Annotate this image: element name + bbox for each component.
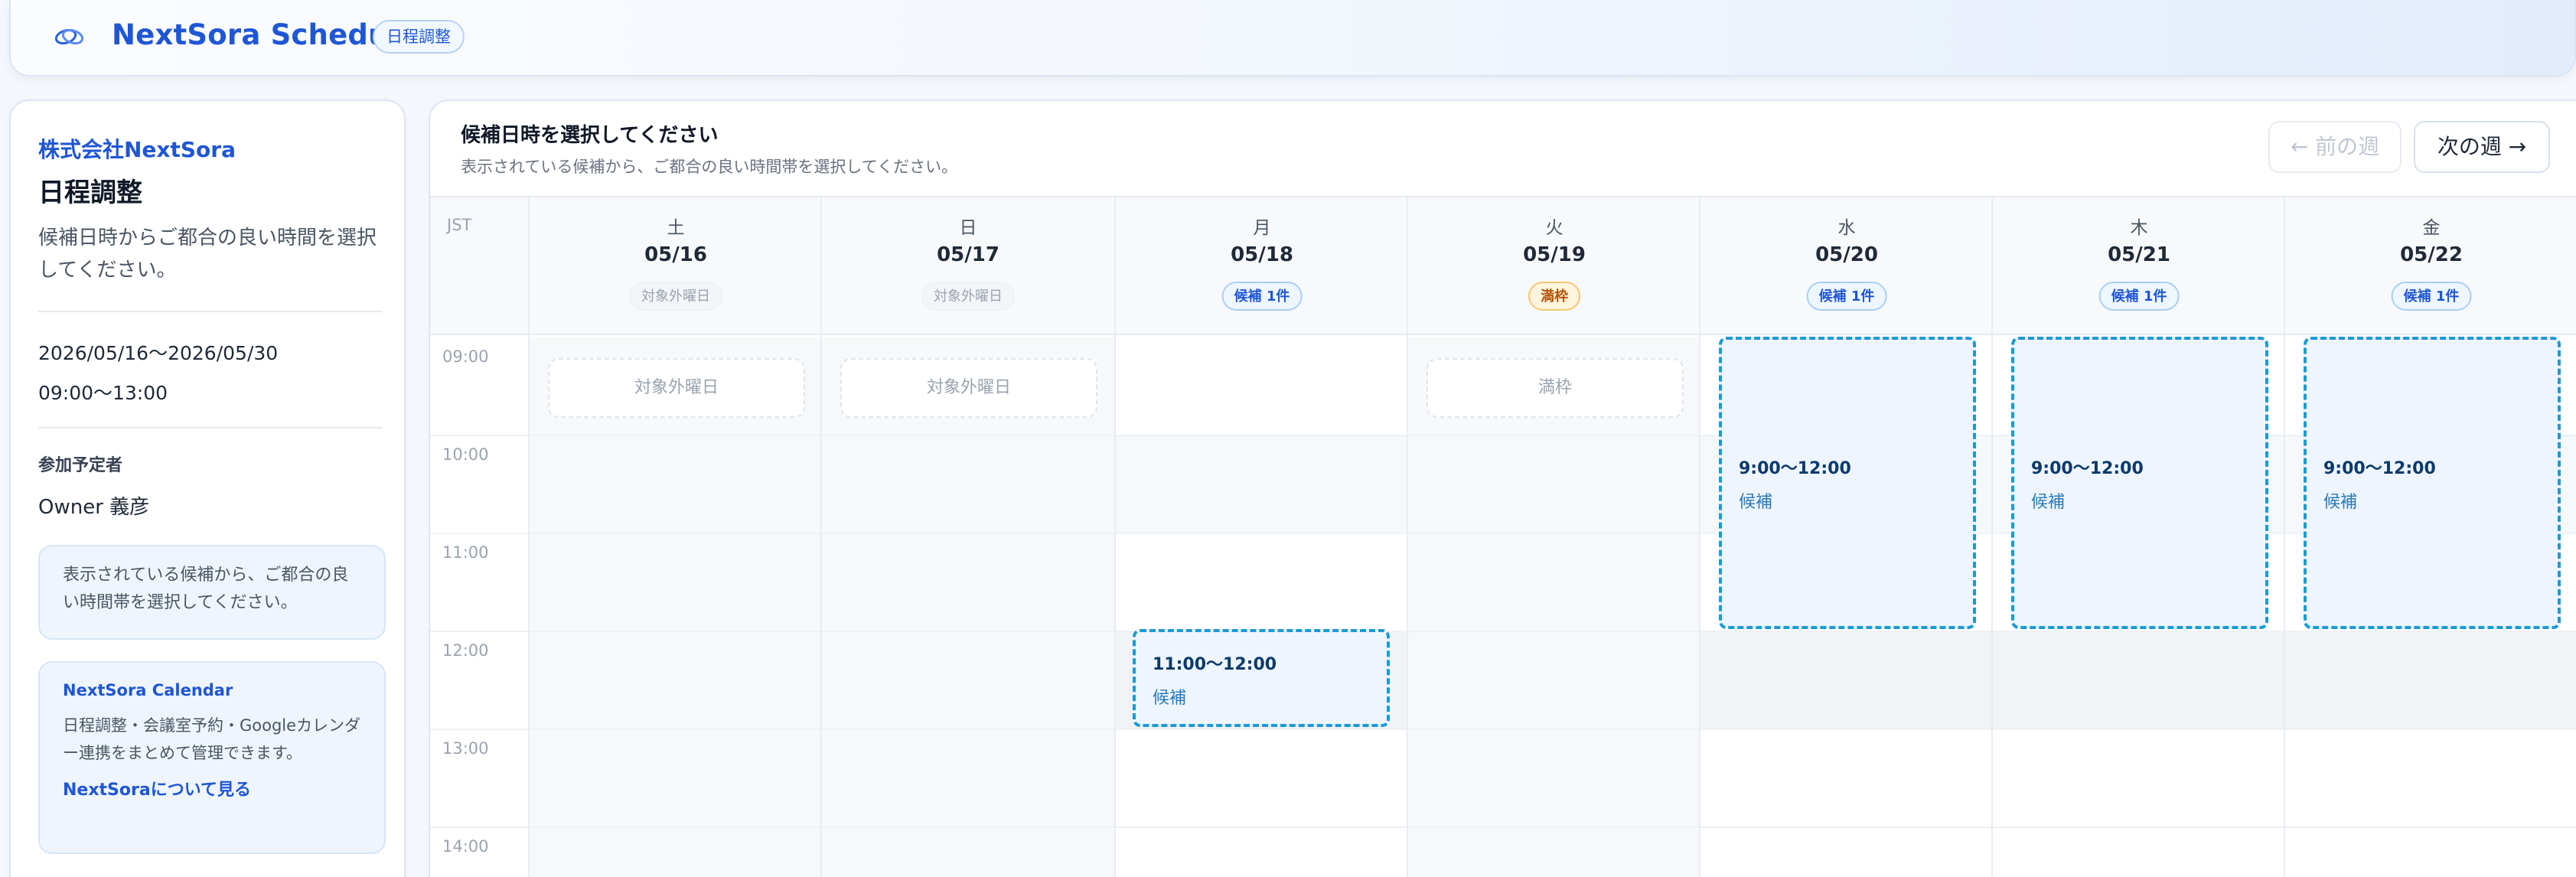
day-header-thu: 木 05/21 候補 1件 xyxy=(1993,197,2285,335)
unavailable-slot-area xyxy=(1700,631,2576,729)
day-of-week: 日 xyxy=(959,218,977,238)
slot-label: 候補 xyxy=(1739,493,1773,512)
slot-time: 9:00〜12:00 xyxy=(2031,459,2144,478)
about-nextsora-link[interactable]: NextSoraについて見る xyxy=(63,776,251,800)
day-date: 05/22 xyxy=(2400,243,2463,266)
full-placeholder: 満枠 xyxy=(1427,358,1684,418)
day-of-week: 月 xyxy=(1253,218,1271,238)
time-label: 10:00 xyxy=(442,445,489,464)
panel-title: 候補日時を選択してください xyxy=(461,124,719,147)
participants-label: 参加予定者 xyxy=(38,456,123,475)
calendar-grid: JST 09:00 10:00 11:00 12:00 13:00 14:00 … xyxy=(430,196,2576,877)
sidebar-title: 日程調整 xyxy=(38,178,142,208)
day-of-week: 土 xyxy=(667,218,685,238)
day-status-badge: 候補 1件 xyxy=(1806,282,1887,311)
day-status-badge: 候補 1件 xyxy=(2098,282,2180,311)
day-header-fri: 金 05/22 候補 1件 xyxy=(2285,197,2576,335)
day-status-badge: 候補 1件 xyxy=(2391,282,2472,311)
sidebar-description: 候補日時からご都合の良い時間を選択してください。 xyxy=(38,227,377,282)
info-box: 表示されている候補から、ご都合の良い時間帯を選択してください。 xyxy=(38,545,386,640)
day-date: 05/19 xyxy=(1523,243,1586,266)
time-label: 09:00 xyxy=(442,347,489,366)
date-range: 2026/05/16〜2026/05/30 xyxy=(38,342,279,364)
day-of-week: 水 xyxy=(1837,218,1856,238)
app-title: NextSora Schedule xyxy=(112,18,418,51)
sidebar-divider xyxy=(38,311,383,312)
nextsora-logo-icon xyxy=(54,28,84,45)
candidate-slot[interactable]: 9:00〜12:00 候補 xyxy=(2011,337,2268,629)
slot-label: 候補 xyxy=(2323,493,2358,512)
day-status-badge: 満枠 xyxy=(1528,282,1580,311)
candidate-slot[interactable]: 9:00〜12:00 候補 xyxy=(2304,337,2561,629)
promo-title: NextSora Calendar xyxy=(63,681,233,699)
promo-box: NextSora Calendar 日程調整・会議室予約・Googleカレンダー… xyxy=(38,661,386,854)
day-status-badge: 候補 1件 xyxy=(1221,282,1303,311)
sidebar-divider xyxy=(38,427,383,429)
slot-time: 11:00〜12:00 xyxy=(1153,655,1277,674)
slot-label: 候補 xyxy=(2031,493,2066,512)
day-of-week: 金 xyxy=(2422,218,2441,238)
day-date: 05/21 xyxy=(2108,243,2170,266)
day-date: 05/20 xyxy=(1815,243,1878,266)
day-status-badge: 対象外曜日 xyxy=(629,282,722,311)
app-header: NextSora Schedule 日程調整 xyxy=(9,0,2576,77)
app-badge: 日程調整 xyxy=(373,20,465,54)
slot-label: 候補 xyxy=(1153,689,1187,708)
calendar-panel: 候補日時を選択してください 表示されている候補から、ご都合の良い時間帯を選択して… xyxy=(429,99,2576,877)
day-of-week: 火 xyxy=(1545,218,1564,238)
participant-name: Owner 義彦 xyxy=(38,496,150,519)
time-label: 12:00 xyxy=(442,641,489,660)
day-header-sat: 土 05/16 対象外曜日 xyxy=(530,197,822,335)
sidebar: 株式会社NextSora 日程調整 候補日時からご都合の良い時間を選択してくださ… xyxy=(9,99,406,877)
timezone-label: JST xyxy=(447,216,472,234)
panel-subtitle: 表示されている候補から、ご都合の良い時間帯を選択してください。 xyxy=(461,158,958,176)
hour-line xyxy=(430,826,2576,828)
day-header-sun: 日 05/17 対象外曜日 xyxy=(822,197,1114,335)
prev-week-button[interactable]: ← 前の週 xyxy=(2268,121,2402,173)
candidate-slot[interactable]: 11:00〜12:00 候補 xyxy=(1133,629,1390,727)
slot-time: 9:00〜12:00 xyxy=(1739,459,1851,478)
hour-line xyxy=(430,729,2576,730)
day-of-week: 木 xyxy=(2130,218,2148,238)
time-label: 14:00 xyxy=(442,837,489,856)
day-date: 05/17 xyxy=(937,243,999,266)
slot-time: 9:00〜12:00 xyxy=(2323,459,2436,478)
day-date: 05/18 xyxy=(1231,243,1293,266)
past-slot-area xyxy=(1116,435,1408,533)
hour-line xyxy=(430,631,2576,632)
day-header-wed: 水 05/20 候補 1件 xyxy=(1700,197,1993,335)
day-header-tue: 火 05/19 満枠 xyxy=(1408,197,1700,335)
day-header-mon: 月 05/18 候補 1件 xyxy=(1116,197,1408,335)
time-range: 09:00〜13:00 xyxy=(38,382,168,404)
unavailable-placeholder: 対象外曜日 xyxy=(840,358,1097,418)
time-label: 11:00 xyxy=(442,543,489,562)
time-label: 13:00 xyxy=(442,739,489,758)
candidate-slot[interactable]: 9:00〜12:00 候補 xyxy=(1719,337,1976,629)
promo-description: 日程調整・会議室予約・Googleカレンダー連携をまとめて管理できます。 xyxy=(63,716,361,762)
unavailable-placeholder: 対象外曜日 xyxy=(548,358,805,418)
day-date: 05/16 xyxy=(644,243,707,266)
next-week-button[interactable]: 次の週 → xyxy=(2414,121,2550,173)
day-status-badge: 対象外曜日 xyxy=(921,282,1015,311)
company-name: 株式会社NextSora xyxy=(38,137,236,162)
